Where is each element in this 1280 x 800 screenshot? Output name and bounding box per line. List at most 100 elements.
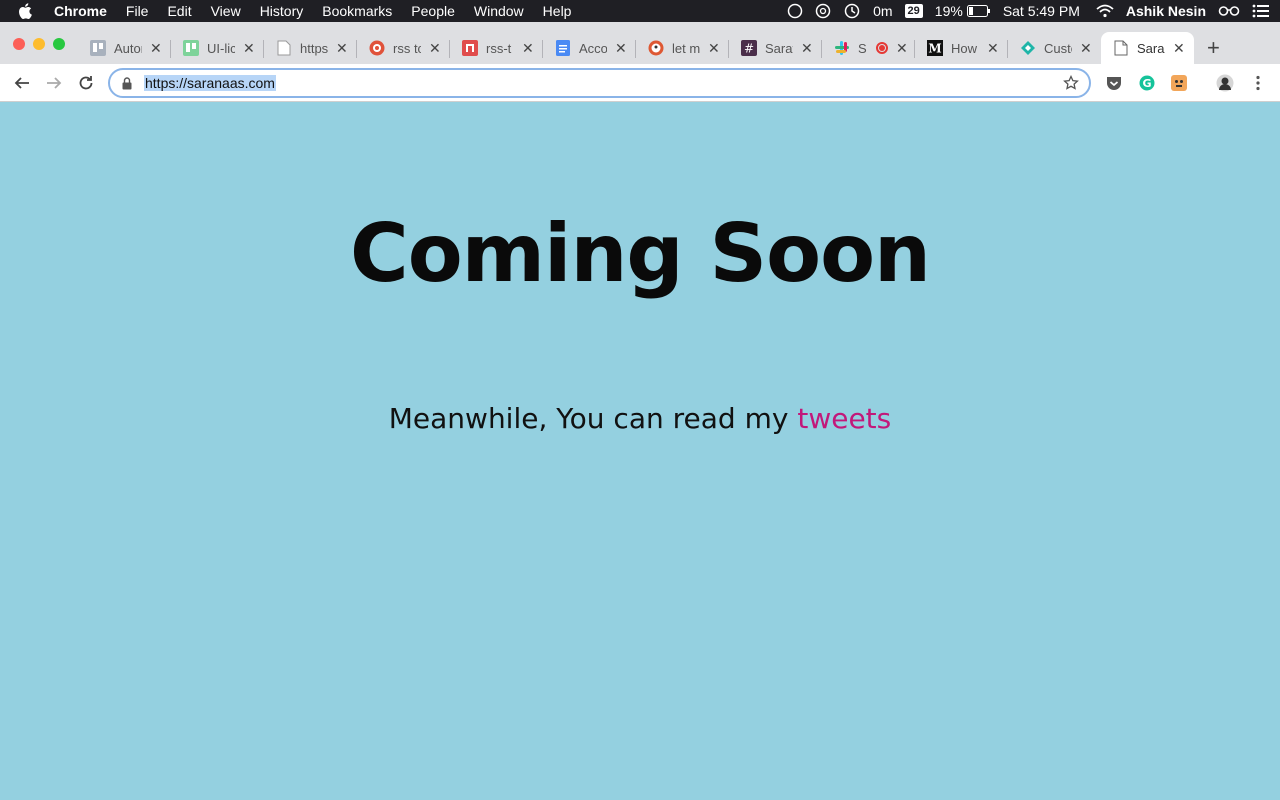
duckduckgo-icon bbox=[648, 40, 664, 56]
close-tab-icon[interactable]: ✕ bbox=[1080, 40, 1092, 57]
tab-9[interactable]: S ✕ bbox=[822, 32, 915, 64]
reload-icon bbox=[79, 76, 93, 90]
pocket-icon[interactable] bbox=[1105, 74, 1123, 92]
tab-title: UI-lic bbox=[207, 40, 235, 56]
tab-11[interactable]: Custo ✕ bbox=[1008, 32, 1101, 64]
close-tab-icon[interactable]: ✕ bbox=[615, 40, 627, 57]
battery-status[interactable]: 19% bbox=[935, 3, 991, 19]
tab-title: https bbox=[300, 40, 328, 56]
zoom-window-button[interactable] bbox=[53, 38, 65, 50]
notification-center-icon[interactable] bbox=[1252, 4, 1270, 18]
chrome-menu-icon[interactable] bbox=[1249, 74, 1267, 92]
page-headline: Coming Soon bbox=[349, 207, 931, 300]
tab-5[interactable]: rss-t ✕ bbox=[450, 32, 543, 64]
tab-3[interactable]: https ✕ bbox=[264, 32, 357, 64]
svg-text:#: # bbox=[744, 42, 754, 56]
back-button[interactable] bbox=[12, 73, 32, 93]
tab-7[interactable]: let m ✕ bbox=[636, 32, 729, 64]
battery-icon bbox=[966, 5, 990, 17]
arrow-right-icon bbox=[47, 77, 62, 89]
menu-app-name[interactable]: Chrome bbox=[54, 3, 107, 19]
reload-button[interactable] bbox=[76, 73, 96, 93]
wifi-icon[interactable] bbox=[1096, 4, 1114, 18]
menu-view[interactable]: View bbox=[211, 3, 241, 19]
trello-icon bbox=[90, 40, 106, 56]
quicksilver-icon[interactable] bbox=[787, 3, 803, 19]
tab-6[interactable]: Acco ✕ bbox=[543, 32, 636, 64]
document-icon bbox=[276, 40, 292, 56]
address-bar[interactable]: https://saranaas.com bbox=[108, 68, 1091, 98]
slack-icon bbox=[834, 40, 850, 56]
browser-toolbar: https://saranaas.com G bbox=[0, 64, 1280, 102]
menu-bookmarks[interactable]: Bookmarks bbox=[322, 3, 392, 19]
svg-text:G: G bbox=[1142, 77, 1151, 90]
tweets-link[interactable]: tweets bbox=[797, 402, 891, 435]
tab-title: rss to bbox=[393, 40, 421, 56]
google-docs-icon bbox=[555, 40, 571, 56]
tab-title: S bbox=[858, 40, 867, 56]
close-tab-icon[interactable]: ✕ bbox=[522, 40, 534, 57]
tab-title: let m bbox=[672, 40, 700, 56]
apple-icon[interactable] bbox=[18, 3, 36, 19]
glasses-icon[interactable] bbox=[1218, 5, 1240, 17]
battery-percent: 19% bbox=[934, 3, 963, 19]
close-tab-icon[interactable]: ✕ bbox=[150, 40, 162, 57]
close-tab-icon[interactable]: ✕ bbox=[987, 40, 999, 57]
timer-text[interactable]: 0m bbox=[873, 3, 892, 19]
diamond-icon bbox=[1020, 40, 1036, 56]
profile-avatar[interactable] bbox=[1216, 74, 1234, 92]
tab-10[interactable]: M How ✕ bbox=[915, 32, 1008, 64]
new-tab-button[interactable]: + bbox=[1207, 35, 1220, 61]
time-machine-icon[interactable] bbox=[843, 3, 861, 19]
menu-file[interactable]: File bbox=[126, 3, 149, 19]
lock-icon[interactable] bbox=[122, 76, 136, 90]
grammarly-icon[interactable]: G bbox=[1138, 74, 1156, 92]
close-tab-icon[interactable]: ✕ bbox=[801, 40, 813, 57]
tab-2[interactable]: UI-lic ✕ bbox=[171, 32, 264, 64]
macos-menubar: Chrome File Edit View History Bookmarks … bbox=[0, 0, 1280, 22]
tab-title: Sarav bbox=[765, 40, 793, 56]
tab-strip: Autor ✕ UI-lic ✕ https ✕ rss to ✕ rss-t … bbox=[0, 22, 1280, 64]
close-tab-icon[interactable]: ✕ bbox=[429, 40, 441, 57]
close-tab-icon[interactable]: ✕ bbox=[243, 40, 255, 57]
tab-active[interactable]: Sara ✕ bbox=[1101, 32, 1194, 64]
svg-text:M: M bbox=[928, 42, 941, 56]
recording-dot-icon bbox=[876, 42, 888, 54]
web-page: Coming Soon Meanwhile, You can read my t… bbox=[0, 102, 1280, 800]
tab-title: Custo bbox=[1044, 40, 1072, 56]
rss-icon bbox=[369, 40, 385, 56]
menu-history[interactable]: History bbox=[260, 3, 304, 19]
close-tab-icon[interactable]: ✕ bbox=[708, 40, 720, 57]
clock-text[interactable]: Sat 5:49 PM bbox=[1003, 3, 1080, 19]
calendar-day-badge[interactable]: 29 bbox=[904, 4, 923, 18]
user-name[interactable]: Ashik Nesin bbox=[1126, 3, 1206, 19]
minimize-window-button[interactable] bbox=[33, 38, 45, 50]
tab-1[interactable]: Autor ✕ bbox=[78, 32, 171, 64]
menu-edit[interactable]: Edit bbox=[167, 3, 191, 19]
tab-title: Autor bbox=[114, 40, 142, 56]
url-text[interactable]: https://saranaas.com bbox=[144, 75, 276, 91]
menu-help[interactable]: Help bbox=[543, 3, 572, 19]
forward-button[interactable] bbox=[44, 73, 64, 93]
close-window-button[interactable] bbox=[13, 38, 25, 50]
extension-face-icon[interactable] bbox=[1170, 74, 1188, 92]
tab-8[interactable]: # Sarav ✕ bbox=[729, 32, 822, 64]
arrow-left-icon bbox=[14, 77, 29, 89]
repo-icon bbox=[462, 40, 478, 56]
close-tab-icon[interactable]: ✕ bbox=[336, 40, 348, 57]
menu-people[interactable]: People bbox=[411, 3, 455, 19]
hashtag-icon: # bbox=[741, 40, 757, 56]
page-subline: Meanwhile, You can read my tweets bbox=[0, 402, 1280, 435]
subline-text: Meanwhile, You can read my bbox=[388, 402, 798, 435]
tab-title: How bbox=[951, 40, 978, 56]
bookmark-star-icon[interactable] bbox=[1063, 74, 1079, 96]
tab-4[interactable]: rss to ✕ bbox=[357, 32, 450, 64]
tab-title: Sara bbox=[1137, 40, 1165, 56]
vpn-icon[interactable] bbox=[815, 3, 831, 19]
tab-title: rss-t bbox=[486, 40, 512, 56]
trello-green-icon bbox=[183, 40, 199, 56]
close-tab-icon[interactable]: ✕ bbox=[896, 40, 908, 57]
close-tab-icon[interactable]: ✕ bbox=[1173, 40, 1185, 57]
menu-window[interactable]: Window bbox=[474, 3, 524, 19]
medium-icon: M bbox=[927, 40, 943, 56]
